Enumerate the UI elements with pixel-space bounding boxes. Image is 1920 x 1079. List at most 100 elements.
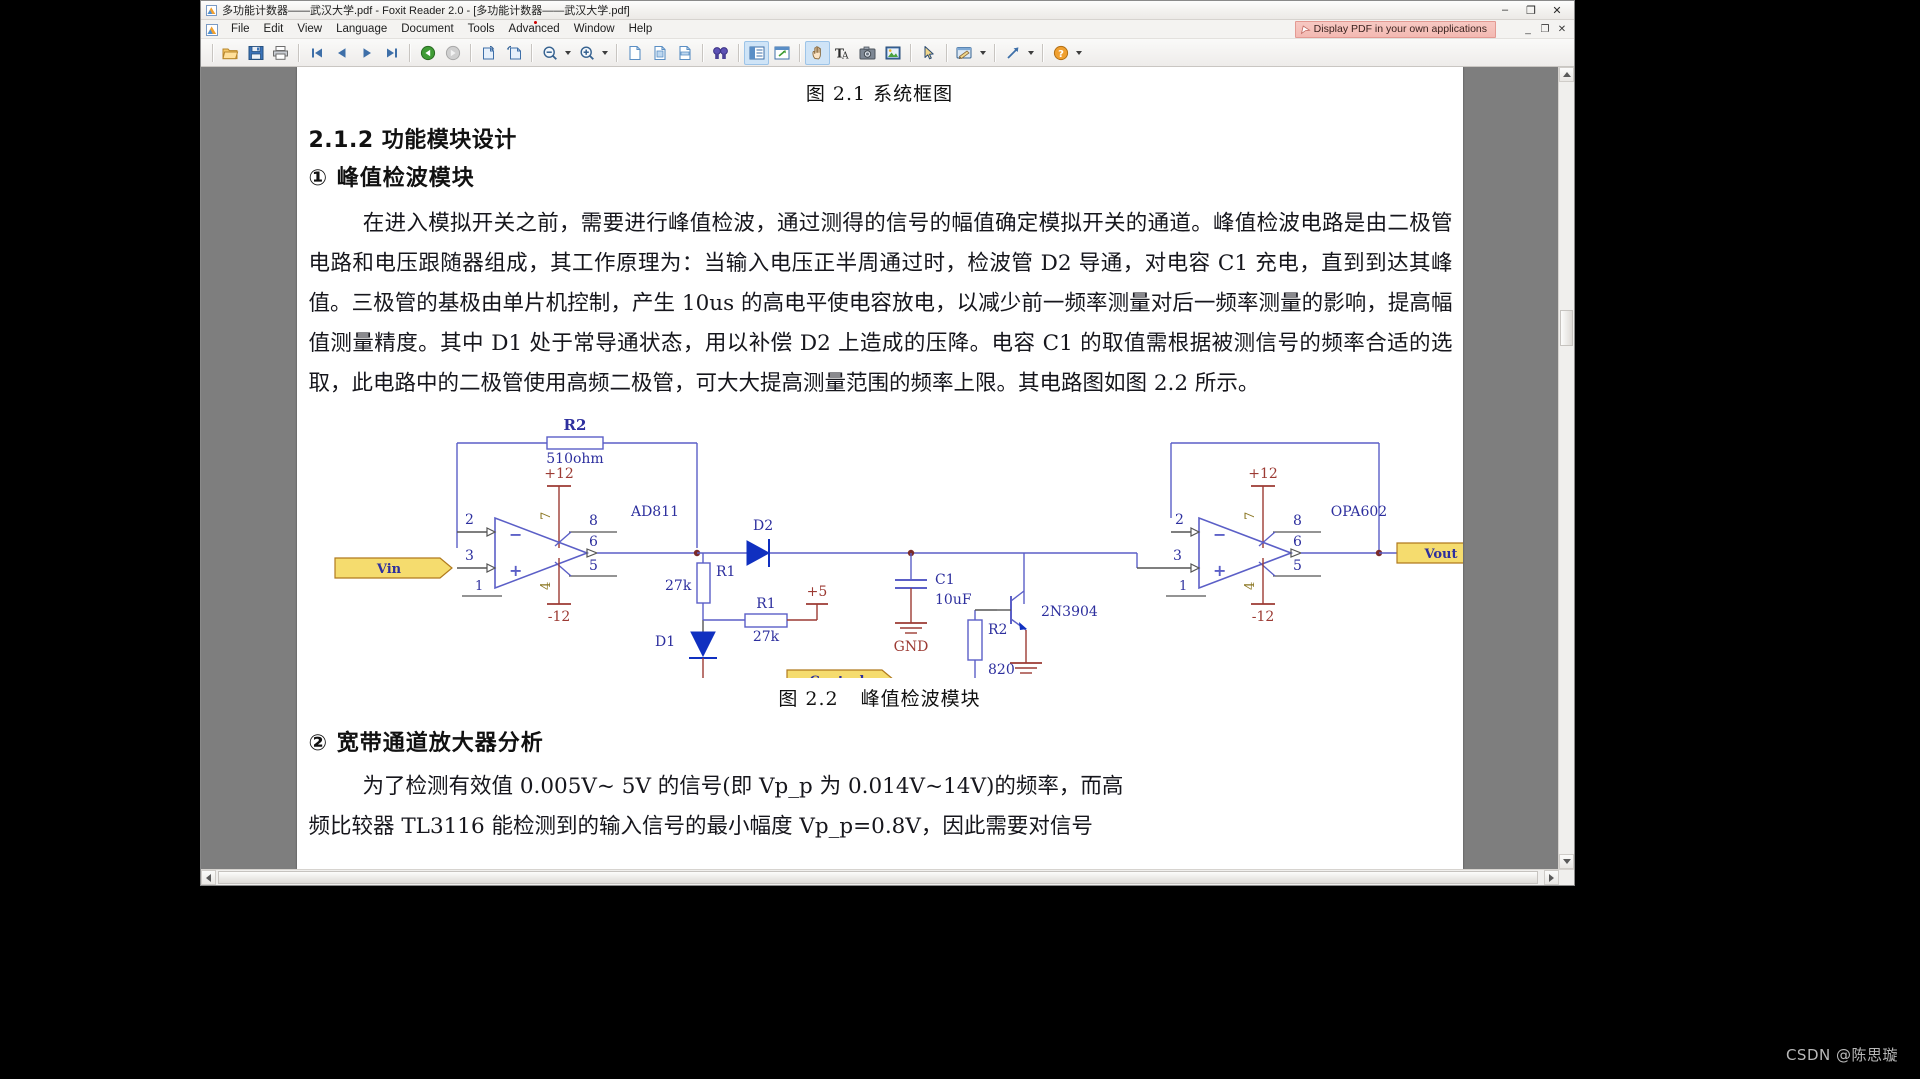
horizontal-scrollbar-thumb[interactable] (218, 871, 1538, 884)
last-page-icon[interactable] (379, 41, 404, 65)
body-paragraph-2-line1: 为了检测有效值 0.005V~ 5V 的信号(即 Vp_p 为 0.014V~1… (362, 774, 1124, 799)
zoom-out-icon[interactable] (537, 41, 562, 65)
schematic-label-supply-pos5: +5 (806, 584, 827, 600)
continuous-scroll-icon[interactable] (769, 41, 794, 65)
hand-tool-icon[interactable] (805, 40, 830, 65)
schematic-label-transistor: 2N3904 (1041, 604, 1098, 620)
link-tool-icon[interactable] (1000, 41, 1025, 65)
vertical-scrollbar[interactable] (1558, 67, 1574, 869)
body-paragraph-2: 为了检测有效值 0.005V~ 5V 的信号(即 Vp_p 为 0.014V~1… (309, 767, 1453, 807)
show-hide-panel-icon[interactable] (744, 40, 769, 65)
help-dropdown-arrow[interactable] (1073, 42, 1085, 64)
print-icon[interactable] (268, 41, 293, 65)
window-title: 多功能计数器——武汉大学.pdf - Foxit Reader 2.0 - [多… (222, 5, 630, 17)
promo-banner-button[interactable]: Display PDF in your own applications (1294, 21, 1496, 38)
schematic-label-gnd-c1: GND (893, 639, 928, 655)
chevron-down-icon (565, 50, 571, 55)
scroll-right-button[interactable] (1544, 870, 1559, 885)
schematic-symbol-minus: − (1213, 525, 1226, 544)
menu-item-window[interactable]: Window (567, 22, 622, 36)
window-maximize-button[interactable]: ❐ (1518, 2, 1544, 18)
first-page-icon[interactable] (304, 41, 329, 65)
note-tool-dropdown-arrow[interactable] (977, 42, 989, 64)
vertical-scrollbar-thumb[interactable] (1560, 310, 1573, 346)
snapshot-icon[interactable] (855, 41, 880, 65)
subsection-heading-2: ② 宽带通道放大器分析 (308, 731, 544, 756)
menu-item-help[interactable]: Help (622, 22, 660, 36)
menu-item-advanced[interactable]: Advanced (502, 21, 567, 36)
schematic-label-c1-name: C1 (935, 572, 955, 588)
note-tool-icon[interactable] (952, 41, 977, 65)
menu-item-language[interactable]: Language (329, 22, 394, 36)
toolbar-separator (212, 43, 213, 62)
schematic-label-opamp-right-pin6: 6 (1293, 534, 1302, 550)
rotate-clockwise-icon[interactable] (476, 41, 501, 65)
schematic-label-vin: Vin (375, 562, 401, 577)
menu-item-file[interactable]: File (224, 22, 257, 36)
go-back-icon[interactable] (415, 41, 440, 65)
select-arrow-icon[interactable] (916, 41, 941, 65)
body-paragraph-2-cont: 频比较器 TL3116 能检测到的输入信号的最小幅度 Vp_p=0.8V，因此需… (309, 807, 1453, 847)
previous-page-icon[interactable] (329, 41, 354, 65)
zoom-out-dropdown-arrow[interactable] (562, 42, 574, 64)
window-minimize-button[interactable]: – (1492, 2, 1518, 18)
toolbar-separator (946, 43, 947, 62)
fit-page-icon[interactable] (647, 41, 672, 65)
menu-item-tools[interactable]: Tools (461, 22, 502, 36)
schematic-label-opamp-right-pin4: 4 (1243, 582, 1258, 590)
horizontal-scrollbar[interactable] (201, 869, 1574, 885)
schematic-label-r2-top-name: R2 (563, 416, 586, 434)
open-icon[interactable] (218, 41, 243, 65)
circuit-schematic-figure: R2 510ohm +12 7 − + 2 3 Vin 1 8 AD811 5 … (297, 408, 1463, 678)
find-icon[interactable] (708, 41, 733, 65)
schematic-label-opamp-left-part: AD811 (629, 504, 678, 520)
menu-item-edit[interactable]: Edit (257, 22, 291, 36)
schematic-label-supply-neg12-left: -12 (547, 609, 570, 625)
select-text-icon[interactable]: T A (830, 41, 855, 65)
scroll-left-button[interactable] (201, 870, 216, 885)
schematic-label-opamp-right-pin5: 5 (1293, 558, 1302, 574)
page-viewport[interactable]: 图 2.1 系统框图 2.1.2 功能模块设计 ① 峰值检波模块 在进入模拟开关… (201, 67, 1558, 869)
schematic-label-opamp-right-pin7: 7 (1243, 512, 1258, 520)
triangle-left-icon (206, 873, 211, 882)
help-icon[interactable]: ? (1048, 41, 1073, 65)
scroll-down-button[interactable] (1559, 854, 1574, 869)
application-icon (206, 23, 218, 36)
zoom-in-dropdown-arrow[interactable] (599, 42, 611, 64)
schematic-label-r2-bot-value: 820 (988, 662, 1015, 678)
fit-width-icon[interactable] (672, 41, 697, 65)
menu-item-document[interactable]: Document (394, 22, 460, 36)
window-close-button[interactable]: ✕ (1544, 2, 1570, 18)
schematic-label-opamp-right-pin3: 3 (1173, 548, 1182, 564)
actual-size-icon[interactable] (622, 41, 647, 65)
mdi-close-button[interactable]: ✕ (1554, 22, 1570, 36)
toolbar-separator (531, 43, 532, 62)
watermark-text: CSDN @陈思璇 (1785, 1046, 1898, 1064)
scroll-up-button[interactable] (1559, 67, 1574, 82)
triangle-up-icon (1562, 72, 1571, 77)
mdi-minimize-button[interactable]: _ (1520, 22, 1536, 36)
schematic-label-supply-neg12-right: -12 (1251, 609, 1274, 625)
schematic-label-opamp-left-pin1: 1 (475, 579, 483, 594)
toolbar-separator (910, 43, 911, 62)
image-tool-icon[interactable] (880, 41, 905, 65)
zoom-in-icon[interactable] (574, 41, 599, 65)
link-tool-dropdown-arrow[interactable] (1025, 42, 1037, 64)
toolbar-separator (1042, 43, 1043, 62)
save-icon[interactable] (243, 41, 268, 65)
schematic-label-supply-pos12-left: +12 (544, 466, 574, 482)
next-page-icon[interactable] (354, 41, 379, 65)
mdi-restore-button[interactable]: ❐ (1537, 22, 1553, 36)
schematic-symbol-plus: + (509, 561, 522, 580)
toolbar-separator (298, 43, 299, 62)
schematic-label-d2: D2 (753, 518, 773, 534)
pdf-document-icon (206, 4, 217, 16)
go-forward-icon[interactable] (440, 41, 465, 65)
menu-item-view[interactable]: View (290, 22, 329, 36)
rotate-counterclockwise-icon[interactable] (501, 41, 526, 65)
schematic-label-opamp-left-pin7: 7 (539, 512, 554, 520)
pdf-page: 图 2.1 系统框图 2.1.2 功能模块设计 ① 峰值检波模块 在进入模拟开关… (296, 67, 1463, 869)
chevron-down-icon (1028, 50, 1034, 55)
schematic-label-opamp-left-pin4: 4 (539, 582, 554, 590)
subsection-heading: ① 峰值检波模块 (308, 166, 475, 191)
